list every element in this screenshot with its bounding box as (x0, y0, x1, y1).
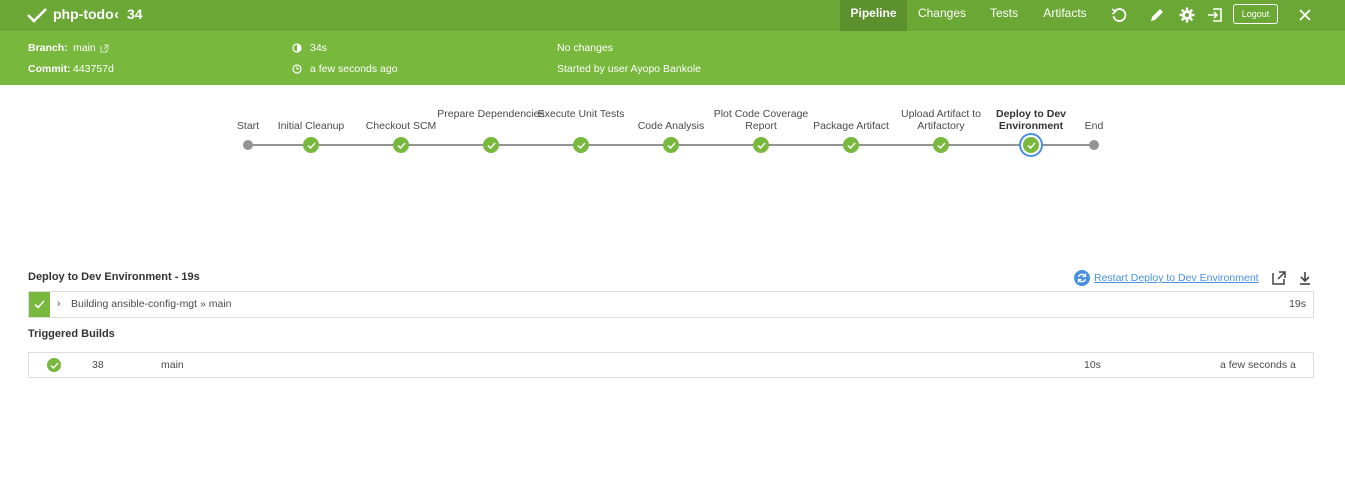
stage-label[interactable]: Checkout SCM (346, 120, 456, 132)
check-icon (846, 141, 856, 149)
pipeline-graph: Start Initial Cleanup Checkout SCM Prepare … (0, 100, 1345, 170)
clock-icon (292, 64, 302, 74)
stage-success-node[interactable] (933, 137, 949, 153)
stage-detail-title: Deploy to Dev Environment - 19s (28, 271, 200, 283)
changes-summary: No changes (557, 42, 614, 54)
step-duration: 19s (1289, 298, 1306, 310)
time-ago: a few seconds ago (310, 63, 398, 75)
stage-success-node[interactable] (483, 137, 499, 153)
build-number[interactable]: 38 (92, 359, 104, 371)
check-icon (576, 141, 586, 149)
external-link-icon[interactable] (100, 44, 109, 53)
restart-stage-label[interactable]: Restart Deploy to Dev Environment (1094, 272, 1259, 284)
triggered-builds-title: Triggered Builds (28, 328, 115, 340)
chevron-left-icon[interactable]: ‹ (114, 6, 119, 23)
check-icon (396, 141, 406, 149)
replay-icon[interactable] (1109, 5, 1129, 25)
success-check-icon (27, 8, 47, 23)
stage-success-node[interactable] (753, 137, 769, 153)
chevron-right-icon[interactable]: › (57, 298, 61, 310)
stage-success-node[interactable] (1023, 137, 1039, 153)
stage-label[interactable]: Execute Unit Tests (526, 108, 636, 120)
stage-success-node[interactable] (843, 137, 859, 153)
commit-label: Commit: (28, 63, 71, 75)
step-text: Building ansible-config-mgt » main (71, 298, 232, 310)
build-success-icon (47, 358, 61, 372)
tab-artifacts[interactable]: Artifacts (1038, 0, 1092, 31)
stage-label[interactable]: End (1039, 120, 1149, 132)
top-header: php-todo ‹ 34 Pipeline Changes Tests Art… (0, 0, 1345, 31)
branch-value[interactable]: main (73, 42, 96, 54)
edit-icon[interactable] (1147, 5, 1167, 25)
build-branch: main (161, 359, 184, 371)
gear-icon[interactable] (1177, 5, 1197, 25)
tab-changes[interactable]: Changes (914, 0, 970, 31)
check-icon (936, 141, 946, 149)
duration-value: 34s (310, 42, 327, 54)
open-new-window-icon[interactable] (1271, 270, 1287, 286)
stage-success-node[interactable] (303, 137, 319, 153)
pipeline-name[interactable]: php-todo (53, 6, 114, 22)
step-row[interactable]: › Building ansible-config-mgt » main 19s (28, 291, 1314, 318)
duration-icon (292, 43, 302, 53)
build-time: a few seconds ago (1220, 359, 1296, 371)
tab-pipeline[interactable]: Pipeline (840, 0, 907, 31)
stage-success-node[interactable] (393, 137, 409, 153)
branch-label: Branch: (28, 42, 68, 54)
close-icon[interactable] (1295, 5, 1315, 25)
check-icon (666, 141, 676, 149)
download-icon[interactable] (1297, 270, 1313, 286)
logout-button[interactable]: Logout (1233, 4, 1278, 24)
end-node (1089, 140, 1099, 150)
tab-tests[interactable]: Tests (984, 0, 1024, 31)
check-icon (1026, 141, 1036, 149)
restart-icon (1074, 270, 1090, 286)
start-node (243, 140, 253, 150)
exit-icon[interactable] (1205, 5, 1225, 25)
check-icon (306, 141, 316, 149)
run-number: 34 (127, 6, 143, 22)
started-by: Started by user Ayopo Bankole (557, 63, 701, 75)
step-success-icon (29, 292, 50, 317)
stage-success-node[interactable] (663, 137, 679, 153)
check-icon (486, 141, 496, 149)
run-info-bar: Branch: main Commit: 443757d 34s a few s… (0, 31, 1345, 85)
check-icon (756, 141, 766, 149)
restart-stage-link[interactable]: Restart Deploy to Dev Environment (1074, 270, 1259, 286)
build-duration: 10s (1084, 359, 1101, 371)
commit-value: 443757d (73, 63, 114, 75)
table-row[interactable]: 38 main 10s a few seconds ago (28, 352, 1314, 378)
stage-success-node[interactable] (573, 137, 589, 153)
